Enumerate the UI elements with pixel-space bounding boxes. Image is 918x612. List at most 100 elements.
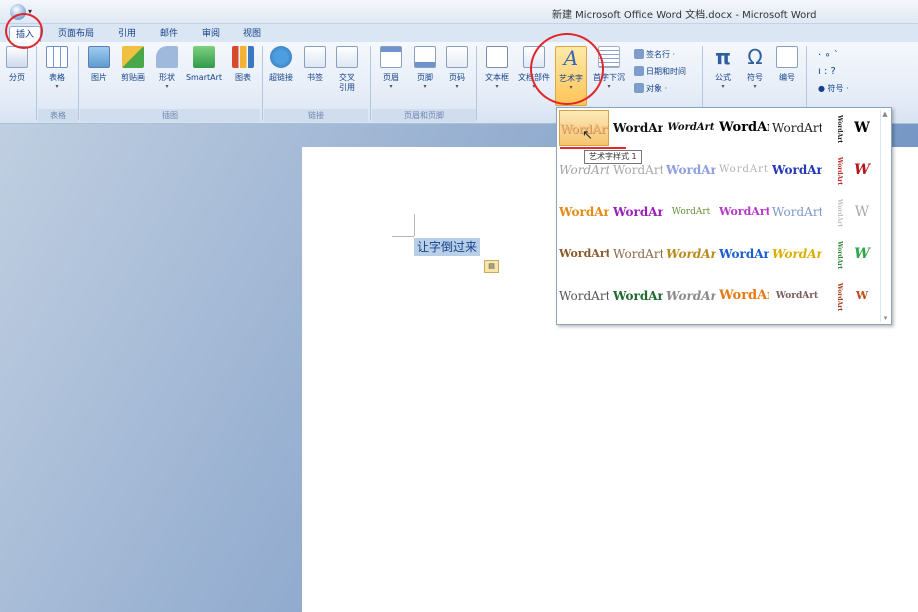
wordart-style-4[interactable]: WordArt	[719, 110, 769, 146]
footer-button[interactable]: 页脚 ▾	[410, 46, 440, 106]
page-number-button[interactable]: 页码 ▾	[442, 46, 472, 106]
chevron-down-icon: ▾	[753, 83, 757, 90]
symbol-button[interactable]: Ω 符号 ▾	[740, 46, 770, 106]
group-label-links: 链接	[264, 109, 368, 122]
textbox-button[interactable]: 文本框 ▾	[482, 46, 512, 106]
wordart-style-11[interactable]: WordArt	[559, 194, 609, 230]
wordart-w-style-4[interactable]: W	[847, 236, 877, 272]
window-title: 新建 Microsoft Office Word 文档.docx - Micro…	[552, 10, 817, 21]
special-symbol-button[interactable]: ● 符号 ·	[818, 83, 849, 94]
group-label-header-footer: 页眉和页脚	[372, 109, 476, 122]
wordart-vertical-style-2[interactable]: WordArt	[829, 152, 843, 190]
numbering-icon	[776, 46, 798, 68]
wordart-vertical-style-5[interactable]: WordArt	[829, 278, 843, 316]
chevron-down-icon: ▾	[165, 83, 169, 90]
chevron-down-icon: ▾	[455, 83, 459, 90]
table-icon	[46, 46, 68, 68]
table-button[interactable]: 表格 ▾	[42, 46, 72, 106]
chart-icon	[232, 46, 254, 68]
wordart-style-9[interactable]: WordArt	[719, 152, 769, 188]
picture-button[interactable]: 图片	[84, 46, 114, 106]
page-break-icon	[6, 46, 28, 68]
chart-button[interactable]: 图表	[228, 46, 258, 106]
wordart-style-21[interactable]: WordArt	[559, 278, 609, 314]
omega-icon: Ω	[747, 45, 763, 69]
wordart-style-19[interactable]: WordArt	[719, 236, 769, 272]
group-separator	[476, 46, 477, 120]
wordart-style-24[interactable]: WordArt	[719, 278, 769, 314]
special-punctuation-mid[interactable]: ı : ?	[818, 66, 836, 77]
wordart-style-16[interactable]: WordArt	[559, 236, 609, 272]
wordart-style-3[interactable]: WordArt	[666, 110, 716, 146]
wordart-gallery: WordArt WordArt WordArt WordArt WordArt …	[556, 107, 892, 325]
object-button[interactable]: 对象 ·	[634, 83, 667, 94]
group-separator	[370, 46, 371, 120]
group-label-illustrations: 插图	[80, 109, 260, 122]
wordart-style-25[interactable]: WordArt	[772, 278, 822, 314]
wordart-style-17[interactable]: WordArt	[613, 236, 663, 272]
margin-corner-mark	[414, 214, 415, 236]
textbox-icon	[486, 46, 508, 68]
picture-icon	[88, 46, 110, 68]
chevron-down-icon: ▾	[55, 83, 59, 90]
page-break-button[interactable]: 分页	[2, 46, 32, 106]
clipboard-icon[interactable]: ▤	[484, 260, 499, 273]
header-icon	[380, 46, 402, 68]
wordart-style-15[interactable]: WordArt	[772, 194, 822, 230]
ribbon-tab-bar: 插入 页面布局 引用 邮件 审阅 视图	[0, 24, 918, 42]
wordart-style-20[interactable]: WordArt	[772, 236, 822, 272]
scroll-up-icon[interactable]: ▲	[881, 110, 889, 118]
equation-button[interactable]: π 公式 ▾	[708, 46, 738, 106]
wordart-style-12[interactable]: WordArt	[613, 194, 663, 230]
wordart-w-style-5[interactable]: W	[847, 278, 877, 314]
wordart-style-22[interactable]: WordArt	[613, 278, 663, 314]
wordart-style-23[interactable]: WordArt	[666, 278, 716, 314]
hyperlink-button[interactable]: 超链接	[266, 46, 296, 106]
scroll-down-icon[interactable]: ▾	[881, 314, 890, 322]
tab-references[interactable]: 引用	[112, 26, 142, 42]
wordart-style-18[interactable]: WordArt	[666, 236, 716, 272]
cross-reference-icon	[336, 46, 358, 68]
margin-corner-mark	[392, 236, 414, 237]
selected-text[interactable]: 让字倒过来	[414, 238, 481, 256]
wordart-w-style-2[interactable]: W	[847, 152, 877, 188]
wordart-style-14[interactable]: WordArt	[719, 194, 769, 230]
annotation-circle-wordart	[530, 33, 604, 105]
object-icon	[634, 83, 644, 93]
tab-review[interactable]: 审阅	[196, 26, 226, 42]
wordart-vertical-style-4[interactable]: WordArt	[829, 236, 843, 274]
clipart-icon	[122, 46, 144, 68]
bullet-icon: ●	[818, 84, 828, 93]
numbering-button[interactable]: 编号	[772, 46, 802, 106]
bookmark-button[interactable]: 书签	[300, 46, 330, 106]
cross-reference-button[interactable]: 交叉 引用	[332, 46, 362, 106]
wordart-vertical-style-3[interactable]: WordArt	[829, 194, 843, 232]
wordart-style-13[interactable]: WordArt	[666, 194, 716, 230]
tab-mailings[interactable]: 邮件	[154, 26, 184, 42]
chevron-down-icon: ▾	[721, 83, 725, 90]
shapes-button[interactable]: 形状 ▾	[152, 46, 182, 106]
group-label-table: 表格	[38, 109, 78, 122]
signature-line-button[interactable]: 签名行 ·	[634, 49, 675, 60]
wordart-style-2[interactable]: WordArt	[613, 110, 663, 146]
wordart-w-style-3[interactable]: W	[847, 194, 877, 230]
group-separator	[78, 46, 79, 120]
wordart-style-5[interactable]: WordArt	[772, 110, 822, 146]
tab-view[interactable]: 视图	[237, 26, 267, 42]
gallery-scrollbar[interactable]: ▲ ▾	[880, 110, 889, 322]
group-separator	[36, 46, 37, 120]
smartart-button[interactable]: SmartArt	[182, 46, 226, 106]
wordart-style-8[interactable]: WordArt	[666, 152, 716, 188]
mouse-pointer-icon: ↖	[582, 128, 593, 143]
header-button[interactable]: 页眉 ▾	[376, 46, 406, 106]
group-separator	[262, 46, 263, 120]
clipart-button[interactable]: 剪贴画	[116, 46, 150, 106]
special-punctuation-top[interactable]: · ∘ ˋ	[818, 50, 839, 61]
wordart-w-style-1[interactable]: W	[847, 110, 877, 146]
tab-page-layout[interactable]: 页面布局	[54, 26, 98, 42]
date-time-button[interactable]: 日期和时间	[634, 66, 686, 77]
chevron-down-icon: ▾	[423, 83, 427, 90]
smartart-icon	[193, 46, 215, 68]
wordart-style-10[interactable]: WordArt	[772, 152, 822, 188]
wordart-vertical-style-1[interactable]: WordArt	[829, 110, 843, 148]
